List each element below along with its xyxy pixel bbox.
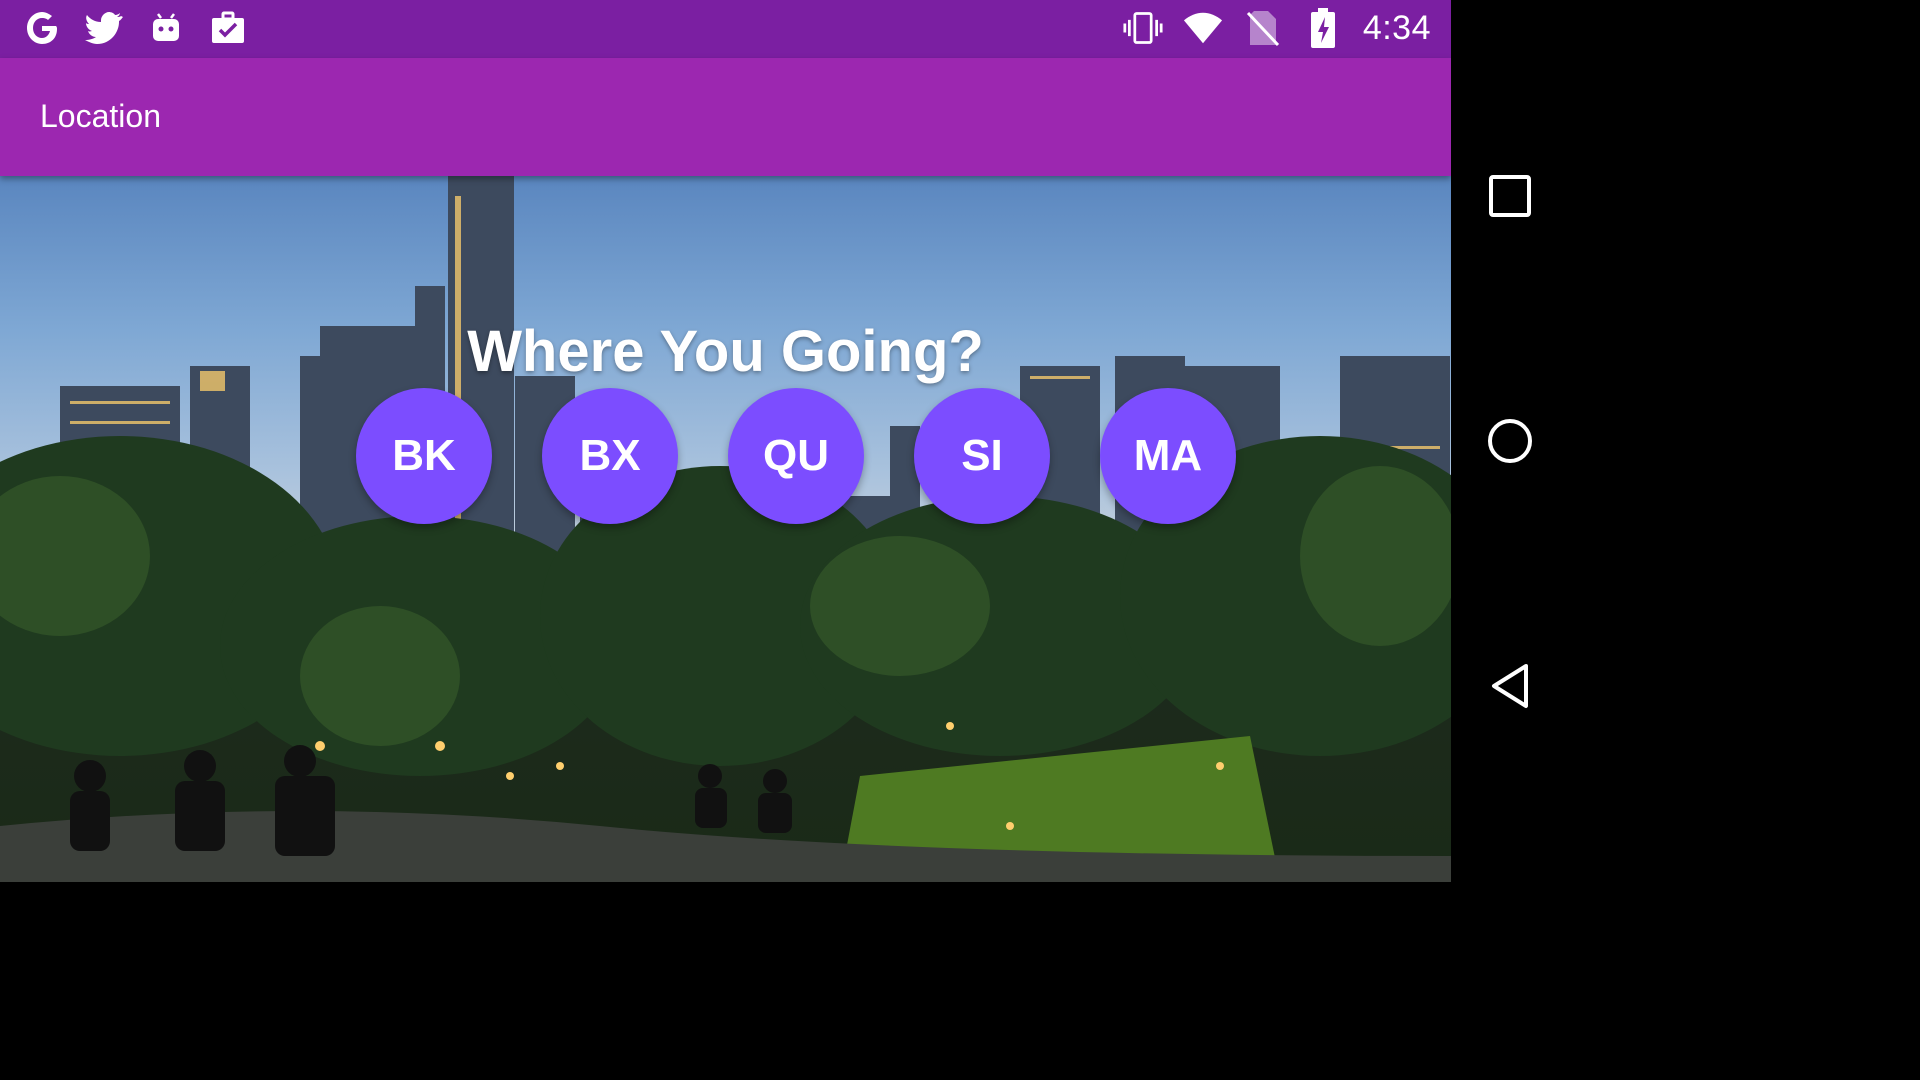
status-clock: 4:34 [1362,8,1431,47]
no-sim-icon [1243,8,1283,48]
twitter-icon [84,8,124,48]
android-robot-icon [146,8,186,48]
vibrate-icon [1123,8,1163,48]
recents-square-icon[interactable] [1479,165,1541,227]
city-park-background-image [0,176,1451,882]
google-g-icon [22,8,62,48]
borough-button-row: BK BX QU SI MA [0,388,1451,524]
system-navigation-bar [1451,0,1568,882]
briefcase-check-icon [208,8,248,48]
app-title: Location [40,98,161,134]
home-circle-icon[interactable] [1479,410,1541,472]
back-triangle-icon[interactable] [1479,655,1541,717]
wifi-icon [1183,8,1223,48]
app-bar: Location [0,58,1451,176]
borough-button-si[interactable]: SI [914,388,1050,524]
app-screen: 4:34 Location Where You Going? BK BX QU … [0,0,1451,882]
status-bar: 4:34 [0,0,1451,58]
battery-charging-icon [1303,8,1343,48]
where-going-heading: Where You Going? [467,319,984,384]
borough-button-bx[interactable]: BX [542,388,678,524]
borough-button-bk[interactable]: BK [356,388,492,524]
borough-button-qu[interactable]: QU [728,388,864,524]
borough-button-ma[interactable]: MA [1100,388,1236,524]
